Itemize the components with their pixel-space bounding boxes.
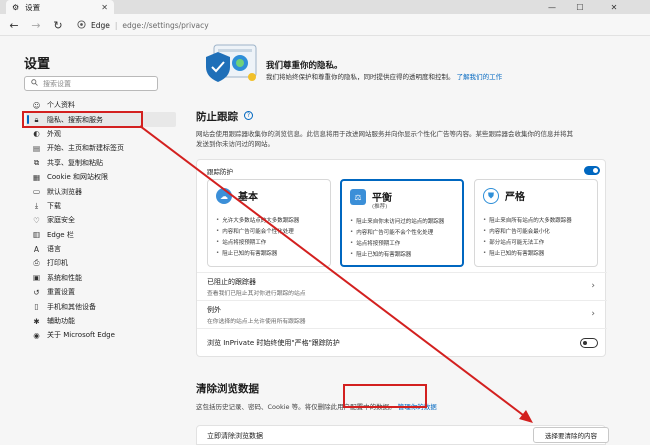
annotation-arrow — [139, 125, 533, 423]
